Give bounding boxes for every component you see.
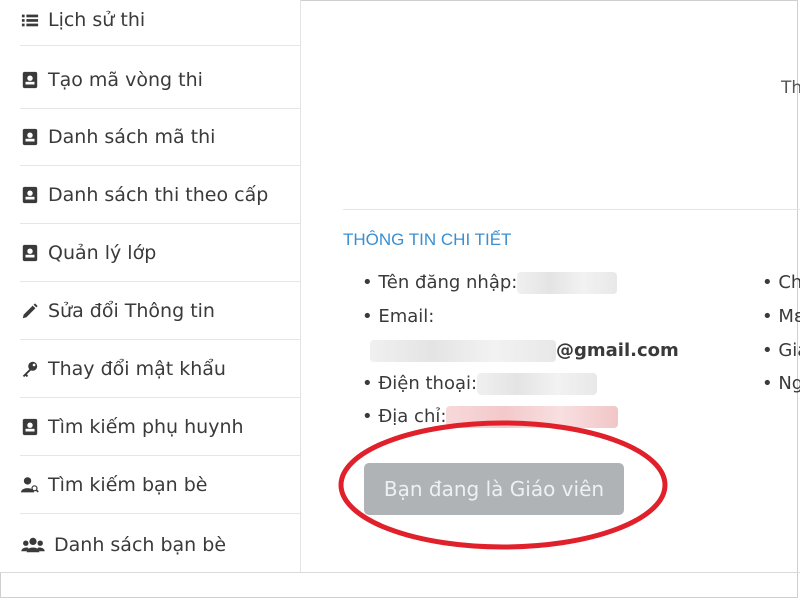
sidebar-item-edit-info[interactable]: Sửa đổi Thông tin (20, 283, 300, 340)
pencil-icon (20, 301, 40, 321)
contact-card-icon (20, 70, 40, 90)
right-info-2-text: Mε (778, 306, 800, 327)
email-user-redacted (370, 340, 556, 362)
sidebar-item-label: Sửa đổi Thông tin (48, 300, 215, 322)
sidebar-item-label: Danh sách mã thi (48, 126, 216, 148)
section-divider (343, 209, 800, 210)
right-info-1-text: Ch (778, 272, 800, 293)
partial-heading: Th (781, 78, 800, 98)
username-label: Tên đăng nhập: (378, 272, 518, 293)
sidebar-item-label: Danh sách bạn bè (54, 533, 227, 556)
sidebar-item-search-parents[interactable]: Tìm kiếm phụ huynh (20, 399, 300, 456)
email-row: • Email: (362, 306, 435, 327)
email-label: Email: (378, 306, 435, 327)
sidebar-item-class-management[interactable]: Quản lý lớp (20, 225, 300, 282)
list-icon (20, 10, 40, 30)
section-title: THÔNG TIN CHI TIẾT (343, 230, 512, 249)
contact-card-icon (20, 417, 40, 437)
phone-row: • Điện thoại: (362, 373, 598, 395)
contact-card-icon (20, 185, 40, 205)
sidebar-item-change-password[interactable]: Thay đổi mật khẩu (20, 341, 300, 398)
sidebar-item-label: Lịch sử thi (48, 8, 146, 31)
sidebar-item-label: Tìm kiếm phụ huynh (48, 416, 244, 438)
contact-card-icon (20, 127, 40, 147)
sidebar-item-exam-code-list[interactable]: Danh sách mã thi (20, 109, 300, 166)
right-info-4: • Ng (762, 373, 800, 394)
username-row: • Tên đăng nhập: (362, 272, 618, 294)
sidebar-item-label: Quản lý lớp (48, 242, 157, 264)
sidebar-item-friend-list[interactable]: Danh sách bạn bè (20, 516, 300, 573)
email-domain: @gmail.com (556, 340, 679, 361)
users-icon (20, 535, 46, 555)
bottom-divider (0, 572, 800, 573)
right-info-3-text: Gia (778, 340, 800, 361)
sidebar-item-create-exam-code[interactable]: Tạo mã vòng thi (20, 52, 300, 109)
user-search-icon (20, 475, 40, 495)
right-info-2: • Mε (762, 306, 800, 327)
sidebar: Lịch sử thi Tạo mã vòng thi Danh sách mã… (0, 0, 301, 573)
sidebar-item-label: Tìm kiếm bạn bè (48, 474, 208, 496)
sidebar-item-exam-history[interactable]: Lịch sử thi (20, 0, 300, 46)
sidebar-item-label: Thay đổi mật khẩu (48, 358, 226, 380)
sidebar-item-label: Tạo mã vòng thi (48, 69, 203, 91)
right-info-3: • Gia (762, 340, 800, 361)
highlight-ellipse (338, 420, 668, 550)
username-value-redacted (517, 272, 618, 294)
sidebar-item-search-friends[interactable]: Tìm kiếm bạn bè (20, 457, 300, 514)
sidebar-item-label: Danh sách thi theo cấp (48, 184, 269, 206)
key-icon (20, 359, 40, 379)
phone-value-redacted (477, 373, 598, 395)
contact-card-icon (20, 243, 40, 263)
right-info-1: • Ch (762, 272, 800, 293)
phone-label: Điện thoại: (378, 373, 478, 394)
sidebar-item-exam-list-by-level[interactable]: Danh sách thi theo cấp (20, 167, 300, 224)
right-info-4-text: Ng (778, 373, 800, 394)
email-value-row: @gmail.com (370, 340, 679, 362)
